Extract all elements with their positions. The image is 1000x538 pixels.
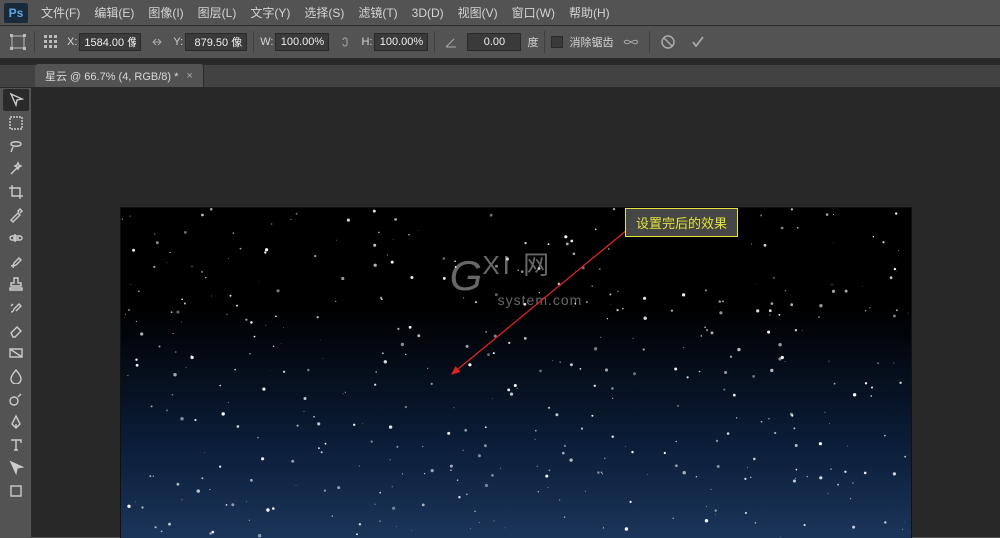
tool-panel [0,88,32,537]
menubar: Ps 文件(F) 编辑(E) 图像(I) 图层(L) 文字(Y) 选择(S) 滤… [0,0,1000,26]
commit-transform-icon[interactable] [686,30,710,54]
eraser-tool[interactable] [3,319,29,341]
h-input[interactable] [374,33,428,51]
heal-tool[interactable] [3,227,29,249]
link-wh-icon[interactable] [335,32,355,52]
history-brush-tool[interactable] [3,296,29,318]
h-label: H: [361,36,372,48]
stamp-tool[interactable] [3,273,29,295]
menu-3d[interactable]: 3D(D) [405,0,451,25]
antialias-label: 消除锯齿 [569,34,613,50]
dodge-tool[interactable] [3,388,29,410]
lasso-tool[interactable] [3,135,29,157]
h-field: H: [361,33,428,51]
menu-filter[interactable]: 滤镜(T) [351,0,404,25]
work-area: 设置完后的效果 GXI 网 system.com [0,88,1000,537]
eyedropper-tool[interactable] [3,204,29,226]
menu-layer[interactable]: 图层(L) [191,0,244,25]
x-label: X: [67,36,77,48]
separator [434,31,435,53]
type-tool[interactable] [3,434,29,456]
y-field: Y: [173,33,247,51]
annotation-text: 设置完后的效果 [636,216,727,231]
canvas[interactable]: GXI 网 system.com [121,208,911,538]
gradient-tool[interactable] [3,342,29,364]
canvas-area[interactable]: GXI 网 system.com [32,88,1000,537]
pen-tool[interactable] [3,411,29,433]
separator [34,31,35,53]
w-input[interactable] [275,33,329,51]
menu-view[interactable]: 视图(V) [451,0,505,25]
document-tab-title: 星云 @ 66.7% (4, RGB/8) * [45,68,178,84]
wand-tool[interactable] [3,158,29,180]
separator [649,31,650,53]
rotation-unit: 度 [527,34,538,50]
x-input[interactable] [79,33,141,51]
menu-type[interactable]: 文字(Y) [243,0,297,25]
separator [544,31,545,53]
shape-tool[interactable] [3,480,29,502]
reference-point-icon[interactable] [41,32,61,52]
crop-tool[interactable] [3,181,29,203]
swap-xy-icon[interactable] [147,32,167,52]
menu-file[interactable]: 文件(F) [34,0,87,25]
menu-help[interactable]: 帮助(H) [562,0,617,25]
star-field [121,208,911,538]
document-tabstrip: 星云 @ 66.7% (4, RGB/8) * × [0,65,1000,88]
cancel-transform-icon[interactable] [656,30,680,54]
menu-edit[interactable]: 编辑(E) [87,0,141,25]
y-label: Y: [173,36,183,48]
blur-tool[interactable] [3,365,29,387]
y-input[interactable] [185,33,247,51]
w-label: W: [260,36,273,48]
angle-icon [441,32,461,52]
antialias-checkbox[interactable] [551,36,563,48]
marquee-tool[interactable] [3,112,29,134]
transform-tool-icon[interactable] [8,32,28,52]
separator [253,31,254,53]
options-bar: X: Y: W: H: 度 消除锯齿 [0,26,1000,59]
x-field: X: [67,33,141,51]
warp-mode-icon[interactable] [619,30,643,54]
app-logo[interactable]: Ps [4,3,28,23]
document-tab[interactable]: 星云 @ 66.7% (4, RGB/8) * × [35,64,204,87]
close-icon[interactable]: × [186,70,192,82]
menu-window[interactable]: 窗口(W) [505,0,562,25]
annotation-box: 设置完后的效果 [625,208,738,237]
path-select-tool[interactable] [3,457,29,479]
brush-tool[interactable] [3,250,29,272]
w-field: W: [260,33,329,51]
menu-image[interactable]: 图像(I) [141,0,190,25]
menu-select[interactable]: 选择(S) [297,0,351,25]
rotation-input[interactable] [467,33,521,51]
move-tool[interactable] [3,89,29,111]
